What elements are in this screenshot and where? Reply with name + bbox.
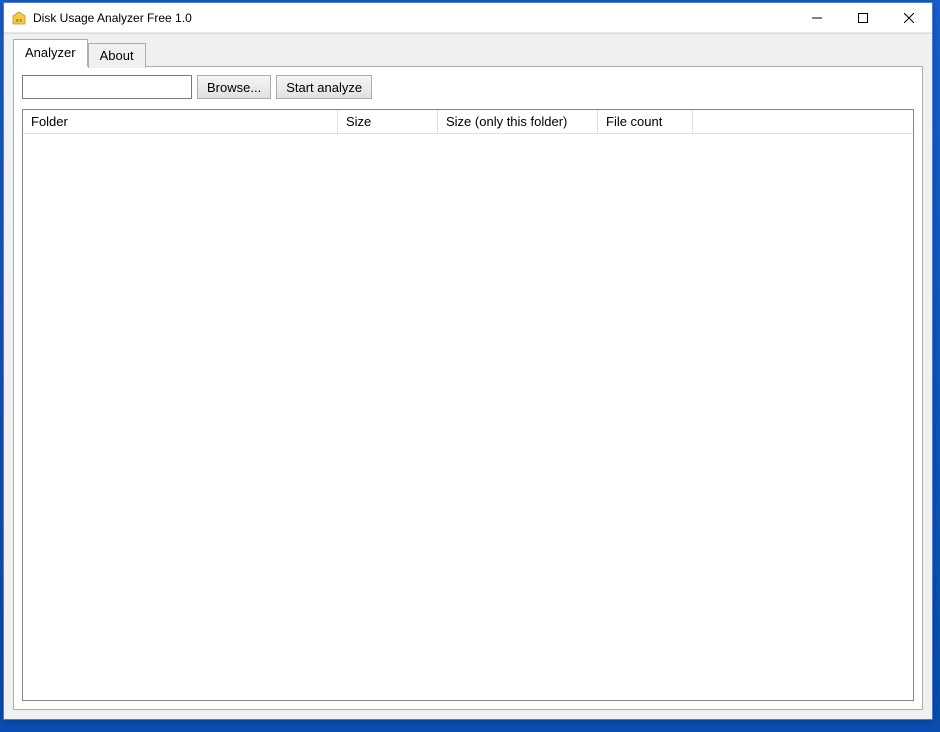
window-controls <box>794 3 932 32</box>
client-area: Analyzer About Browse... Start analyze F… <box>4 33 932 719</box>
window-title: Disk Usage Analyzer Free 1.0 <box>33 11 794 25</box>
results-listview[interactable]: Folder Size Size (only this folder) File… <box>22 109 914 701</box>
column-filler <box>693 110 913 133</box>
start-analyze-button[interactable]: Start analyze <box>276 75 372 99</box>
column-size-only[interactable]: Size (only this folder) <box>438 110 598 133</box>
toolbar: Browse... Start analyze <box>22 75 914 99</box>
maximize-button[interactable] <box>840 3 886 32</box>
browse-button[interactable]: Browse... <box>197 75 271 99</box>
column-folder[interactable]: Folder <box>23 110 338 133</box>
listview-body <box>23 134 913 700</box>
column-size[interactable]: Size <box>338 110 438 133</box>
close-button[interactable] <box>886 3 932 32</box>
path-input[interactable] <box>22 75 192 99</box>
minimize-button[interactable] <box>794 3 840 32</box>
app-icon <box>11 10 27 26</box>
tab-analyzer[interactable]: Analyzer <box>13 39 88 67</box>
tab-about[interactable]: About <box>88 43 146 68</box>
tabstrip: Analyzer About <box>4 34 932 66</box>
desktop-background: Disk Usage Analyzer Free 1.0 Analyzer Ab… <box>0 0 940 732</box>
titlebar[interactable]: Disk Usage Analyzer Free 1.0 <box>4 3 932 33</box>
listview-header: Folder Size Size (only this folder) File… <box>23 110 913 134</box>
column-file-count[interactable]: File count <box>598 110 693 133</box>
app-window: Disk Usage Analyzer Free 1.0 Analyzer Ab… <box>3 2 933 720</box>
tabpanel-analyzer: Browse... Start analyze Folder Size Size… <box>13 66 923 710</box>
